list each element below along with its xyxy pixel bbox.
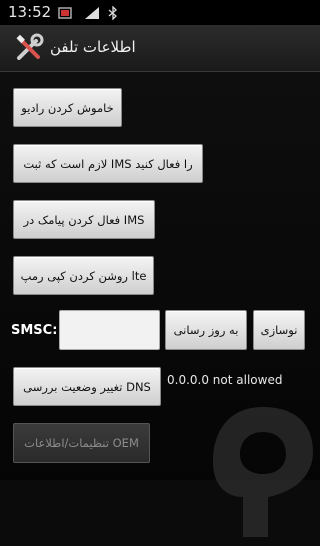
notification-icon — [58, 5, 72, 24]
ims-registration-button[interactable]: لازم است که ثبت IMS را فعال کنید — [13, 144, 203, 183]
title-bar: اطلاعات تلفن — [0, 25, 320, 72]
smsc-input[interactable] — [59, 310, 160, 350]
dns-check-toggle-button[interactable]: تغییر وضعیت بررسی DNS — [13, 367, 161, 406]
update-button[interactable]: به روز رسانی — [165, 310, 247, 350]
signal-icon — [84, 5, 100, 24]
bluetooth-icon — [108, 5, 118, 24]
smsc-label: SMSC: — [11, 323, 58, 338]
tools-icon — [14, 33, 44, 63]
dns-status-text: 0.0.0.0 not allowed — [167, 373, 283, 387]
lte-ram-dump-button[interactable]: روشن کردن کپی رمپ lte — [13, 256, 154, 295]
app-title: اطلاعات تلفن — [50, 38, 136, 56]
ims-sms-button[interactable]: فعال کردن پیامک در IMS — [13, 200, 155, 239]
status-bar: 13:52 — [0, 0, 320, 25]
oem-settings-button: تنظیمات/اطلاعات OEM — [13, 423, 150, 463]
watermark-logo-icon — [208, 402, 318, 542]
status-time: 13:52 — [8, 3, 52, 21]
refresh-button[interactable]: نوسازی — [253, 310, 305, 350]
radio-off-button[interactable]: خاموش کردن رادیو — [13, 88, 122, 127]
